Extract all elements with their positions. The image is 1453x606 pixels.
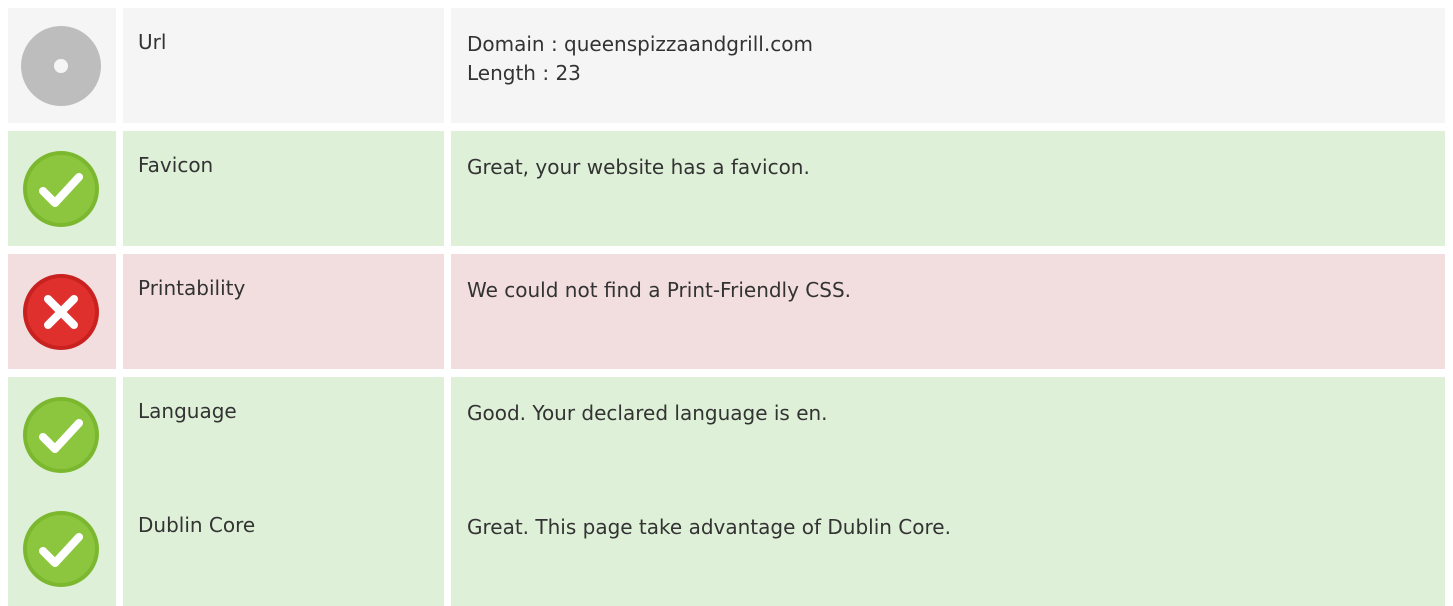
seo-report: Url Domain : queenspizzaandgrill.com Len… bbox=[0, 0, 1453, 606]
check-name: Printability bbox=[138, 276, 246, 300]
check-name-cell: Dublin Core bbox=[123, 491, 444, 606]
check-result: Great, your website has a favicon. bbox=[467, 153, 810, 182]
checkmark-icon bbox=[21, 149, 101, 229]
status-cell bbox=[8, 131, 116, 246]
result-line: Great, your website has a favicon. bbox=[467, 155, 810, 179]
status-cell bbox=[8, 8, 116, 123]
check-name-cell: Favicon bbox=[123, 131, 444, 246]
check-name-cell: Language bbox=[123, 377, 444, 492]
check-result: Domain : queenspizzaandgrill.com Length … bbox=[467, 30, 813, 88]
check-name-cell: Printability bbox=[123, 254, 444, 369]
check-result-cell: Great. This page take advantage of Dubli… bbox=[451, 491, 1445, 606]
check-result-cell: Good. Your declared language is en. bbox=[451, 377, 1445, 492]
domain-line: Domain : queenspizzaandgrill.com bbox=[467, 32, 813, 56]
check-result-cell: Great, your website has a favicon. bbox=[451, 131, 1445, 246]
check-name-cell: Url bbox=[123, 8, 444, 123]
result-line: Good. Your declared language is en. bbox=[467, 401, 828, 425]
cross-icon bbox=[21, 272, 101, 352]
neutral-dot-icon bbox=[21, 26, 101, 106]
result-line: We could not find a Print-Friendly CSS. bbox=[467, 278, 852, 302]
checkmark-icon bbox=[21, 509, 101, 589]
report-row-language: Language Good. Your declared language is… bbox=[8, 377, 1445, 492]
report-row-dublin-core: Dublin Core Great. This page take advant… bbox=[8, 491, 1445, 606]
check-name: Language bbox=[138, 399, 237, 423]
checkmark-icon bbox=[21, 395, 101, 475]
result-line: Great. This page take advantage of Dubli… bbox=[467, 515, 951, 539]
check-name: Url bbox=[138, 30, 167, 54]
check-result-cell: We could not find a Print-Friendly CSS. bbox=[451, 254, 1445, 369]
report-row-printability: Printability We could not find a Print-F… bbox=[8, 254, 1445, 369]
status-cell bbox=[8, 254, 116, 369]
length-line: Length : 23 bbox=[467, 61, 581, 85]
report-row-url: Url Domain : queenspizzaandgrill.com Len… bbox=[8, 8, 1445, 123]
report-row-favicon: Favicon Great, your website has a favico… bbox=[8, 131, 1445, 246]
check-name: Favicon bbox=[138, 153, 214, 177]
check-result: Great. This page take advantage of Dubli… bbox=[467, 513, 951, 542]
check-result-cell: Domain : queenspizzaandgrill.com Length … bbox=[451, 8, 1445, 123]
status-cell bbox=[8, 377, 116, 492]
status-cell bbox=[8, 491, 116, 606]
check-result: We could not find a Print-Friendly CSS. bbox=[467, 276, 851, 305]
check-name: Dublin Core bbox=[138, 513, 256, 537]
check-result: Good. Your declared language is en. bbox=[467, 399, 828, 428]
